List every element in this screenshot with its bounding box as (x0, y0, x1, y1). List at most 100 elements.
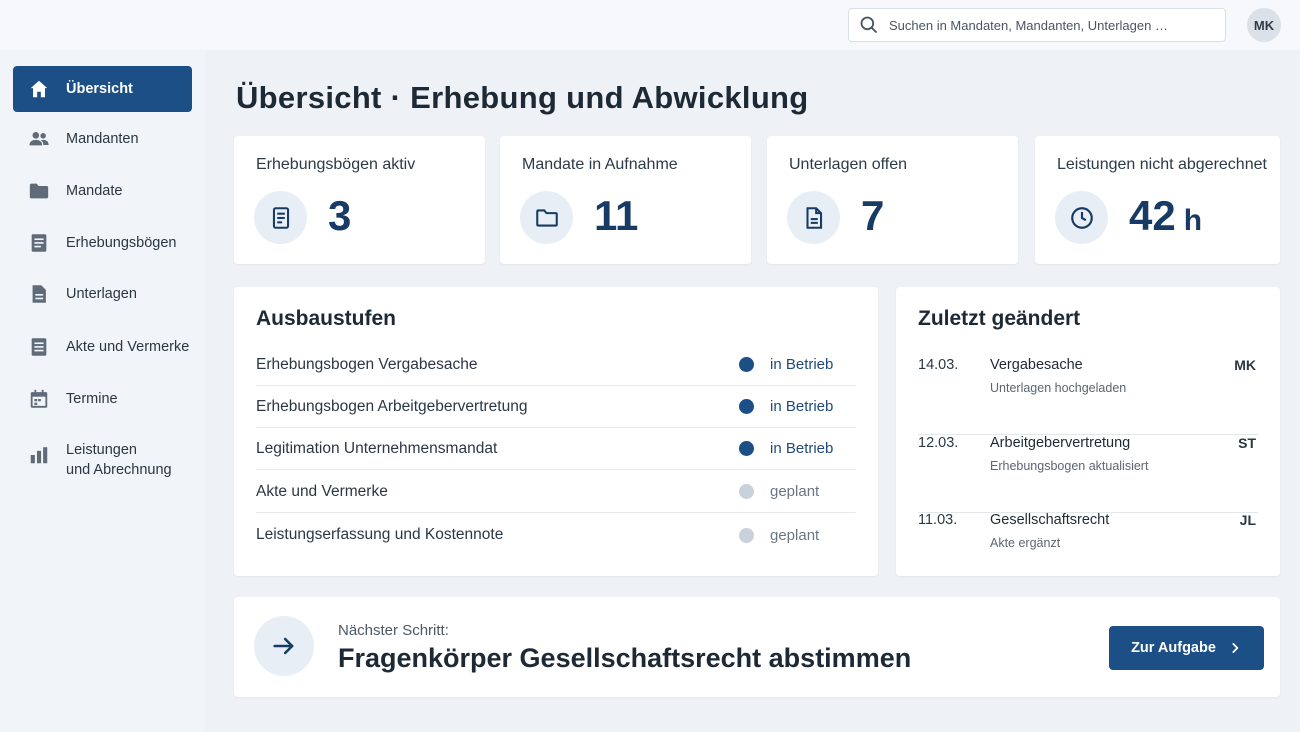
sidebar-item-label: Leistungen und Abrechnung (66, 440, 172, 480)
sidebar-item-label: Mandate (66, 183, 123, 199)
stages-title: Ausbaustufen (256, 307, 397, 330)
clock-icon (1070, 206, 1093, 229)
stage-row: Erhebungsbogen Arbeitgebervertretung in … (256, 386, 856, 428)
list-item[interactable]: 14.03. Vergabesache Unterlagen hochgelad… (918, 357, 1258, 435)
stage-row: Akte und Vermerke geplant (256, 471, 856, 513)
stat-card-erhebungsboegen: Erhebungsbögen aktiv 3 (234, 136, 485, 264)
stat-value: 42 h (1129, 192, 1202, 240)
stage-status: in Betrieb (770, 356, 834, 373)
chevron-right-icon (1232, 643, 1239, 653)
arrow-right-icon (273, 637, 294, 655)
document-icon (27, 282, 51, 306)
stat-number: 42 (1129, 192, 1176, 239)
button-label: Zur Aufgabe (1131, 640, 1216, 656)
notes-icon (27, 335, 51, 359)
sidebar-item-mandate[interactable]: Mandate (13, 168, 192, 214)
change-user: MK (1234, 357, 1256, 373)
stages-card: Ausbaustufen Erhebungsbogen Vergabesache… (234, 287, 878, 576)
stat-card-mandate: Mandate in Aufnahme 11 (500, 136, 751, 264)
change-date: 12.03. (918, 435, 959, 451)
sidebar-item-label: Mandanten (66, 131, 139, 147)
folder-icon (535, 208, 558, 227)
stat-unit: h (1183, 204, 1203, 237)
sidebar-item-akte-und-vermerke[interactable]: Akte und Vermerke (13, 324, 192, 370)
change-title: Gesellschaftsrecht (990, 512, 1110, 528)
stat-value: 7 (861, 192, 885, 239)
stage-status: geplant (770, 526, 820, 544)
page-title: Übersicht · Erhebung und Abwicklung (236, 80, 809, 115)
list-item[interactable]: 11.03. Gesellschaftsrecht Akte ergänzt J… (918, 512, 1258, 568)
sidebar-item-label: Termine (66, 391, 118, 407)
stage-name: Erhebungsbogen Arbeitgebervertretung (256, 397, 528, 415)
change-user: ST (1238, 435, 1256, 451)
stat-label: Erhebungsbögen aktiv (256, 156, 416, 173)
stat-value: 11 (594, 192, 639, 239)
stat-card-unterlagen: Unterlagen offen 7 (767, 136, 1018, 264)
status-dot-planned (739, 484, 754, 499)
stage-row: Erhebungsbogen Vergabesache in Betrieb (256, 344, 856, 386)
stat-label: Leistungen nicht abgerechnet (1057, 156, 1267, 173)
sidebar-item-label-line1: Leistungen (66, 442, 137, 458)
sidebar-item-label: Akte und Vermerke (66, 339, 190, 355)
form-icon (272, 206, 289, 229)
change-title: Arbeitgebervertretung (990, 435, 1131, 451)
next-step-label: Nächster Schritt: (338, 622, 449, 639)
stat-icon-badge (520, 191, 573, 244)
search-input[interactable] (889, 17, 1219, 33)
sidebar-item-uebersicht[interactable]: Übersicht (13, 66, 192, 112)
zur-aufgabe-button[interactable]: Zur Aufgabe (1109, 626, 1264, 670)
status-dot-active (739, 441, 754, 456)
home-icon (27, 77, 51, 101)
stage-name: Erhebungsbogen Vergabesache (256, 355, 478, 373)
stat-icon-badge (787, 191, 840, 244)
change-description: Erhebungsbogen aktualisiert (990, 459, 1149, 473)
change-description: Akte ergänzt (990, 536, 1061, 550)
user-avatar[interactable]: MK (1247, 8, 1281, 42)
status-dot-planned (739, 527, 754, 543)
sidebar-item-erhebungsboegen[interactable]: Erhebungsbögen (13, 220, 192, 266)
status-dot-active (739, 399, 754, 414)
change-description: Unterlagen hochgeladen (990, 381, 1127, 395)
sidebar-item-label: Erhebungsbögen (66, 235, 177, 251)
stage-status: in Betrieb (770, 440, 834, 457)
next-step-badge (254, 616, 314, 676)
search-icon (860, 16, 878, 34)
list-item[interactable]: 12.03. Arbeitgebervertretung Erhebungsbo… (918, 435, 1258, 513)
next-step-card: Nächster Schritt: Fragenkörper Gesellsch… (234, 597, 1280, 697)
search-box[interactable] (848, 8, 1226, 42)
change-user: JL (1239, 512, 1256, 528)
recent-title: Zuletzt geändert (918, 307, 1081, 330)
next-step-title: Fragenkörper Gesellschaftsrecht abstimme… (338, 643, 912, 673)
stage-name: Leistungserfassung und Kostennote (256, 526, 504, 543)
sidebar-item-label: Unterlagen (66, 286, 137, 302)
bar-chart-icon (27, 443, 51, 467)
stat-icon-badge (254, 191, 307, 244)
change-date: 14.03. (918, 357, 959, 373)
status-dot-active (739, 357, 754, 372)
folder-icon (27, 179, 51, 203)
stage-row: Leistungserfassung und Kostennote geplan… (256, 514, 856, 556)
top-bar: MK (0, 0, 1300, 50)
form-icon (27, 231, 51, 255)
people-icon (27, 127, 51, 151)
sidebar-item-termine[interactable]: Termine (13, 376, 192, 422)
stat-value: 3 (328, 192, 352, 239)
stage-name: Akte und Vermerke (256, 482, 388, 500)
sidebar-item-leistungen-und-abrechnung[interactable]: Leistungen und Abrechnung (13, 431, 192, 489)
stage-status: geplant (770, 483, 820, 500)
sidebar-item-label: Übersicht (66, 81, 133, 97)
change-date: 11.03. (918, 512, 958, 528)
stage-name: Legitimation Unternehmensmandat (256, 439, 498, 457)
stat-label: Unterlagen offen (789, 156, 908, 173)
stat-card-leistungen: Leistungen nicht abgerechnet 42 h (1035, 136, 1280, 264)
stage-status: in Betrieb (770, 398, 834, 415)
change-title: Vergabesache (990, 357, 1083, 373)
sidebar-item-mandanten[interactable]: Mandanten (13, 116, 192, 162)
sidebar-item-label-line2: und Abrechnung (66, 462, 172, 478)
calendar-icon (27, 387, 51, 411)
sidebar-item-unterlagen[interactable]: Unterlagen (13, 271, 192, 317)
stat-label: Mandate in Aufnahme (522, 156, 678, 173)
recent-changes-card: Zuletzt geändert 14.03. Vergabesache Unt… (896, 287, 1280, 576)
sidebar: Übersicht Mandanten Mandate Erhebungsbög… (0, 50, 205, 732)
document-icon (805, 206, 822, 229)
